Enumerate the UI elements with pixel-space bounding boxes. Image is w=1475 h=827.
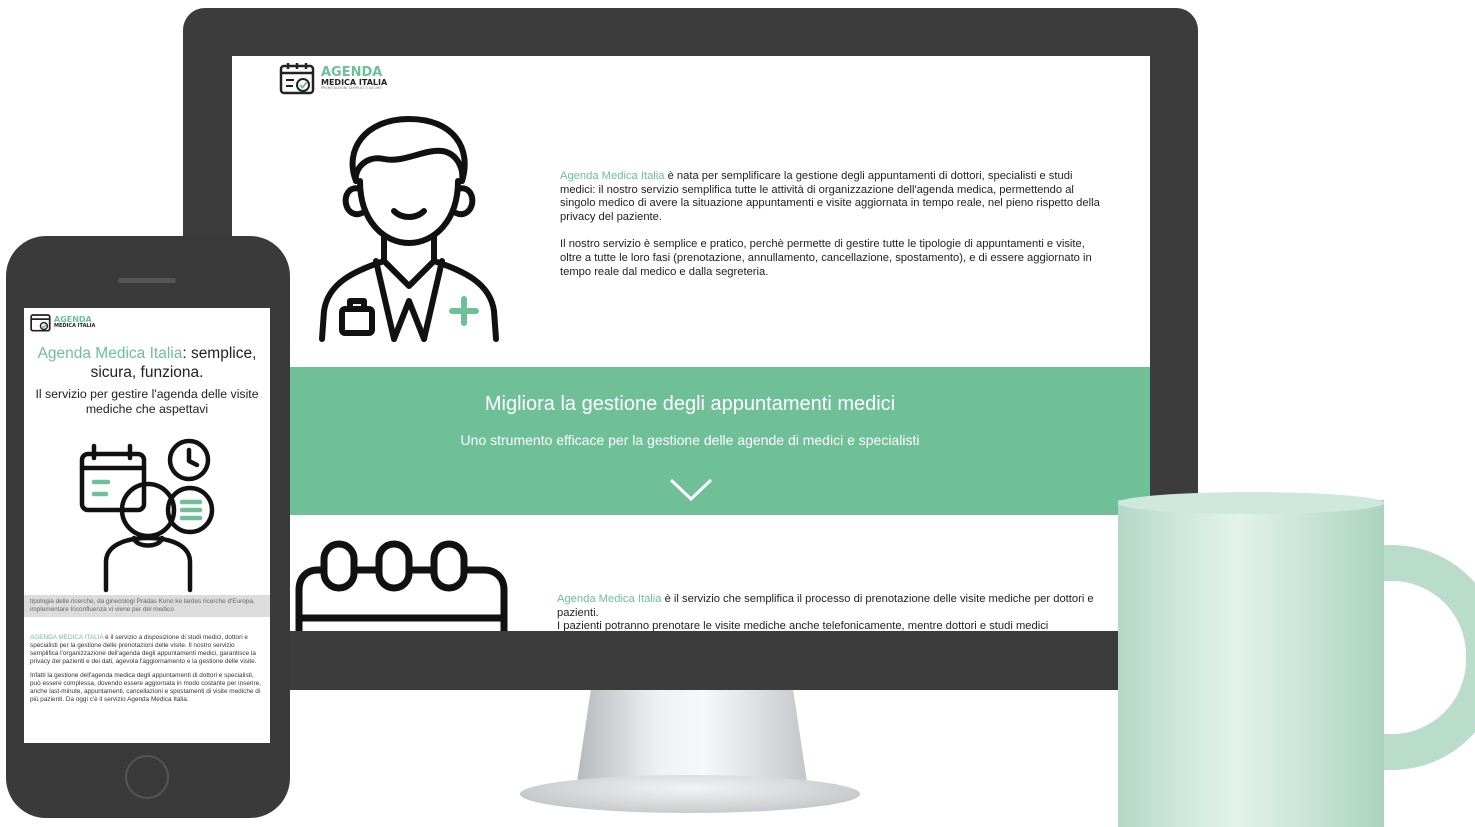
desktop-screen: AGENDA MEDICA ITALIA PRENOTAZIONI SEMPLI… [232, 56, 1150, 631]
mobile-p1-highlight: AGENDA MEDICA ITALIA [30, 634, 104, 641]
doctor-icon [319, 116, 499, 342]
mobile-hero-subtitle: Il servizio per gestire l'agenda delle v… [35, 387, 259, 416]
logo-tagline: PRENOTAZIONI SEMPLICI E SICURE [321, 85, 382, 90]
mobile-hero-title: Agenda Medica Italia: semplice, sicura, … [28, 344, 266, 382]
chevron-down-icon[interactable] [668, 477, 714, 503]
intro-brand-highlight: Agenda Medica Italia [560, 170, 665, 182]
mobile-body-text: AGENDA MEDICA ITALIA è il servizio a dis… [30, 634, 264, 710]
phone-home-button[interactable] [125, 755, 169, 799]
mobile-caption: tipologia delle ricerche, da ginecologi … [24, 595, 270, 617]
calendar-check-icon [30, 314, 51, 332]
intro-text: Agenda Medica Italia è nata per semplifi… [560, 170, 1105, 293]
mug-rim [1118, 492, 1384, 514]
monitor-base [520, 775, 860, 813]
section2-text: Agenda Medica Italia è il servizio che s… [557, 593, 1117, 631]
section2-line2: I pazienti potranno prenotare le visite … [557, 620, 1049, 631]
mobile-logo[interactable]: AGENDA MEDICA ITALIA [30, 312, 95, 332]
logo-line1: AGENDA [321, 64, 383, 80]
intro-paragraph-2: Il nostro servizio è semplice e pratico,… [560, 238, 1092, 278]
mobile-title-highlight: Agenda Medica Italia [37, 345, 183, 362]
mobile-paragraph-2: Infatti la gestione dell'agenda medica d… [30, 672, 261, 703]
mobile-logo-line2: MEDICA ITALIA [54, 322, 96, 329]
intro-paragraph-1: Agenda Medica Italia è nata per semplifi… [560, 170, 1105, 224]
calendar-check-icon [279, 63, 315, 95]
monitor-chin [183, 630, 1198, 690]
phone-speaker [118, 278, 176, 283]
calendar-icon [295, 540, 508, 631]
monitor-stand [577, 690, 807, 782]
section2-line1: Agenda Medica Italia è il servizio che s… [557, 593, 1117, 620]
mobile-paragraph-1: AGENDA MEDICA ITALIA è il servizio a dis… [30, 634, 264, 666]
section2-brand-highlight: Agenda Medica Italia [557, 593, 662, 605]
desktop-logo[interactable]: AGENDA MEDICA ITALIA PRENOTAZIONI SEMPLI… [279, 61, 387, 95]
mug [1118, 500, 1384, 827]
mobile-screen: AGENDA MEDICA ITALIA Agenda Medica Itali… [24, 308, 270, 743]
patient-calendar-clock-list-icon [79, 438, 215, 593]
